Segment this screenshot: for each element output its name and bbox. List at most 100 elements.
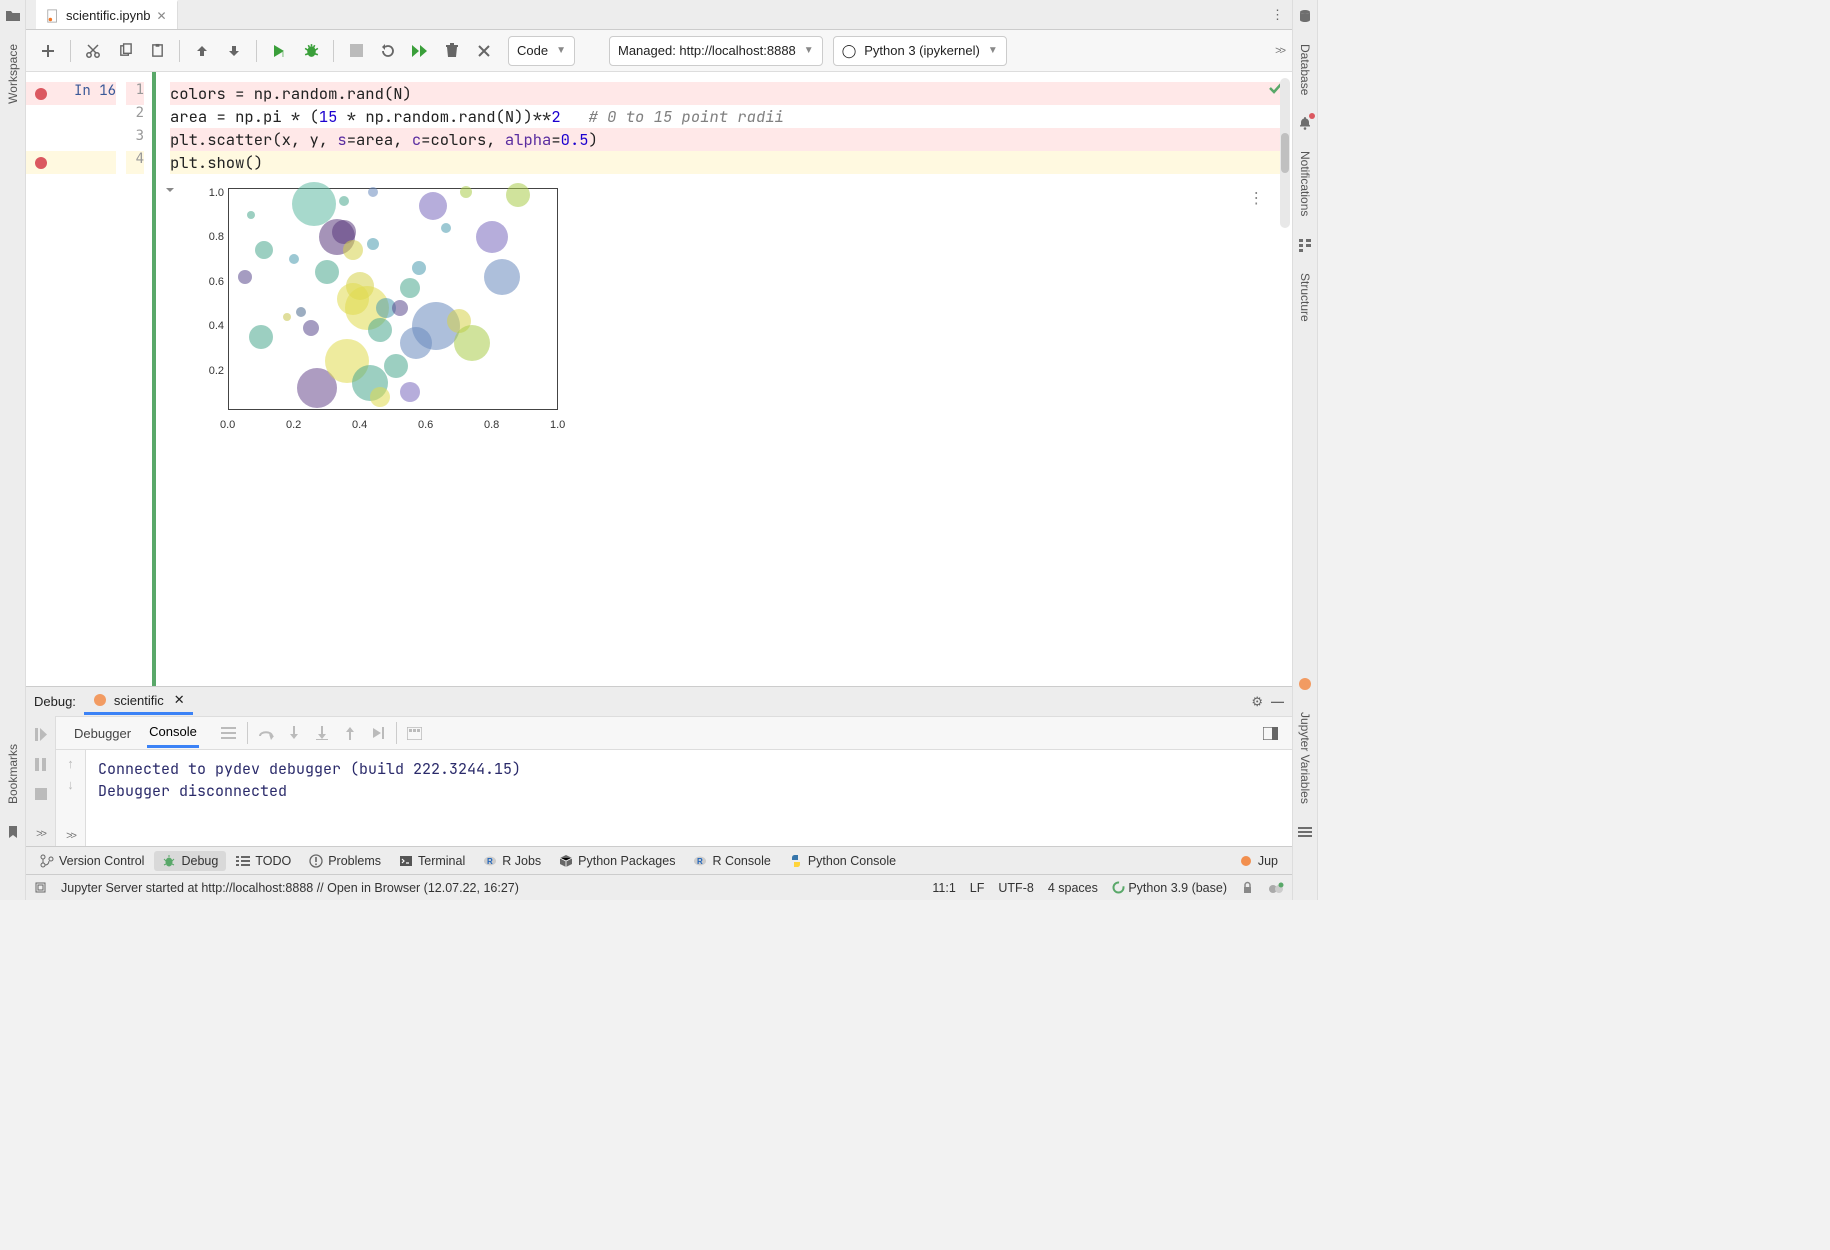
close-icon[interactable]: ✕ [174, 692, 185, 708]
layout-button[interactable] [1256, 719, 1284, 747]
step-into-button[interactable] [280, 719, 308, 747]
collapse-output-icon[interactable] [164, 184, 176, 432]
delete-cell-button[interactable] [438, 37, 466, 65]
lock-icon[interactable] [1241, 881, 1254, 894]
sync-icon[interactable] [1268, 881, 1284, 894]
debug-console-body: ↑ ↓ >> Connected to pydev debugger (buil… [56, 750, 1292, 846]
bookmark-icon[interactable] [5, 824, 21, 840]
console-subtab[interactable]: Console [147, 718, 199, 748]
cursor-pos[interactable]: 11:1 [932, 881, 955, 895]
terminal-tab[interactable]: Terminal [391, 851, 473, 871]
encoding[interactable]: UTF-8 [998, 881, 1033, 895]
tab-overflow-button[interactable]: ⋮ [1271, 0, 1284, 29]
kernel-dropdown[interactable]: ◯ Python 3 (ipykernel) ▼ [833, 36, 1007, 66]
code-content[interactable]: colors = np.random.rand(N) area = np.pi … [156, 72, 1292, 686]
status-bar: Jupyter Server started at http://localho… [26, 874, 1292, 900]
line-sep[interactable]: LF [970, 881, 985, 895]
move-down-button[interactable] [220, 37, 248, 65]
debug-config-tab[interactable]: scientific ✕ [84, 688, 193, 715]
run-all-button[interactable] [406, 37, 434, 65]
restart-button[interactable] [374, 37, 402, 65]
indent[interactable]: 4 spaces [1048, 881, 1098, 895]
r-console-tab[interactable]: RR Console [685, 851, 778, 871]
run-cell-button[interactable]: I [265, 37, 293, 65]
packages-icon [559, 854, 573, 868]
debug-cell-button[interactable] [297, 37, 325, 65]
move-up-button[interactable] [188, 37, 216, 65]
clear-output-button[interactable] [470, 37, 498, 65]
breakpoint-dot[interactable] [35, 157, 47, 169]
resume-button[interactable] [27, 720, 55, 748]
editor-tab-label: scientific.ipynb [66, 8, 151, 23]
add-cell-button[interactable] [34, 37, 62, 65]
bug-icon [162, 854, 176, 868]
server-dropdown[interactable]: Managed: http://localhost:8888 ▼ [609, 36, 823, 66]
structure-tool[interactable]: Structure [1298, 269, 1312, 326]
r-jobs-tab[interactable]: RR Jobs [475, 851, 549, 871]
close-icon[interactable]: ✕ [157, 9, 167, 23]
gear-icon[interactable]: ⚙ [1251, 694, 1263, 710]
problems-tab[interactable]: Problems [301, 851, 389, 871]
folder-icon[interactable] [5, 8, 21, 24]
jupyter-vars-icon[interactable] [1297, 676, 1313, 692]
paste-button[interactable] [143, 37, 171, 65]
debugger-subtab[interactable]: Debugger [72, 720, 133, 747]
bottom-tool-tabs: Version Control Debug TODO Problems Term… [26, 846, 1292, 874]
debug-tab[interactable]: Debug [154, 851, 226, 871]
editor-tab-bar: scientific.ipynb ✕ ⋮ [26, 0, 1292, 30]
code-editor[interactable]: In 16 1 2 3 4 colors = np.random.rand(N)… [26, 72, 1292, 686]
terminal-icon [399, 854, 413, 868]
notifications-status-icon[interactable] [34, 881, 47, 894]
editor-tab-scientific[interactable]: scientific.ipynb ✕ [36, 0, 178, 29]
version-control-tab[interactable]: Version Control [32, 851, 152, 871]
run-to-cursor-button[interactable] [364, 719, 392, 747]
step-over-button[interactable] [252, 719, 280, 747]
console-more[interactable]: >> [66, 830, 75, 842]
jupyter-variables-tool[interactable]: Jupyter Variables [1298, 708, 1312, 808]
toolbar-overflow[interactable]: >> [1275, 45, 1284, 57]
debug-run-controls: >> [26, 716, 56, 846]
threads-icon[interactable] [215, 719, 243, 747]
more-tools-icon[interactable] [1297, 824, 1313, 840]
notification-badge [1309, 113, 1315, 119]
stop-debug-button[interactable] [27, 780, 55, 808]
interpreter[interactable]: Python 3.9 (base) [1112, 881, 1227, 895]
output-menu-icon[interactable]: ⋮ [1249, 186, 1265, 209]
bookmarks-tool[interactable]: Bookmarks [6, 740, 20, 808]
structure-icon[interactable] [1297, 237, 1313, 253]
scatter-chart: 0.20.40.60.81.00.00.20.40.60.81.0 [190, 182, 570, 432]
jupyter-trunc-tab[interactable]: Jup [1231, 851, 1286, 871]
svg-text:R: R [697, 857, 703, 866]
scroll-down-icon[interactable]: ↓ [67, 777, 74, 792]
notebook-toolbar: I Code ▼ Managed: http://localhost:8888 … [26, 30, 1292, 72]
breakpoint-dot[interactable] [35, 88, 47, 100]
caret-down-icon: ▼ [988, 45, 998, 56]
todo-tab[interactable]: TODO [228, 851, 299, 871]
scroll-up-icon[interactable]: ↑ [67, 756, 74, 771]
python-packages-tab[interactable]: Python Packages [551, 851, 683, 871]
python-icon [789, 854, 803, 868]
notifications-tool[interactable]: Notifications [1298, 147, 1312, 220]
main-column: scientific.ipynb ✕ ⋮ I Code ▼ Managed: h… [26, 0, 1292, 900]
cell-exec-label: In 16 [74, 82, 116, 100]
force-step-button[interactable] [308, 719, 336, 747]
r-icon: R [693, 854, 707, 868]
console-output[interactable]: Connected to pydev debugger (build 222.3… [86, 750, 533, 846]
breakpoint-gutter[interactable] [26, 72, 56, 686]
debug-more[interactable]: >> [36, 828, 45, 840]
copy-button[interactable] [111, 37, 139, 65]
database-icon[interactable] [1297, 8, 1313, 24]
branch-icon [40, 854, 54, 868]
database-tool[interactable]: Database [1298, 40, 1312, 99]
pause-button[interactable] [27, 750, 55, 778]
minimize-icon[interactable]: — [1271, 694, 1284, 709]
python-console-tab[interactable]: Python Console [781, 851, 904, 871]
step-out-button[interactable] [336, 719, 364, 747]
cell-type-dropdown[interactable]: Code ▼ [508, 36, 575, 66]
cut-button[interactable] [79, 37, 107, 65]
cell-output: 0.20.40.60.81.00.00.20.40.60.81.0 ⋮ [56, 174, 1282, 442]
evaluate-expr-button[interactable] [401, 719, 429, 747]
workspace-tool[interactable]: Workspace [6, 40, 20, 108]
stop-button[interactable] [342, 37, 370, 65]
status-message[interactable]: Jupyter Server started at http://localho… [61, 881, 519, 895]
